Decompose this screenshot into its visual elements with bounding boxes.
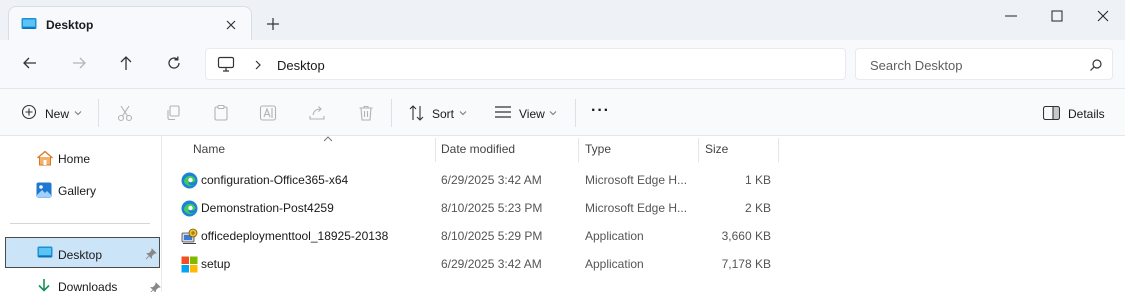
chevron-down-icon xyxy=(549,110,557,116)
chevron-right-icon[interactable] xyxy=(253,59,263,71)
file-row[interactable]: officedeploymenttool_18925-20138 8/10/20… xyxy=(173,222,783,250)
file-name: Demonstration-Post4259 xyxy=(201,201,334,215)
title-bar: Desktop xyxy=(0,0,1125,40)
new-label: New xyxy=(45,107,70,121)
command-bar: New Sort View ··· Details xyxy=(0,89,1125,136)
file-list: Name Date modified Type Size configurati… xyxy=(163,136,1125,292)
maximize-icon[interactable] xyxy=(1049,8,1065,24)
file-size: 1 KB xyxy=(744,173,771,187)
more-options-label: ··· xyxy=(591,102,610,119)
plus-circle-icon xyxy=(21,104,37,120)
breadcrumb-desktop[interactable]: Desktop xyxy=(277,58,325,73)
file-size: 7,178 KB xyxy=(721,257,771,271)
sidebar-item-gallery[interactable]: Gallery xyxy=(10,176,160,204)
edge-html-icon xyxy=(181,172,198,189)
view-button[interactable]: View xyxy=(493,89,565,136)
column-header-date-modified[interactable]: Date modified xyxy=(436,136,579,162)
forward-arrow-icon[interactable] xyxy=(70,54,88,72)
sidebar-item-downloads[interactable]: Downloads xyxy=(10,272,161,292)
this-pc-icon[interactable] xyxy=(217,56,235,73)
copy-icon[interactable] xyxy=(164,104,182,122)
sort-button[interactable]: Sort xyxy=(405,89,475,136)
sort-icon xyxy=(408,104,426,122)
up-arrow-icon[interactable] xyxy=(117,54,135,72)
chevron-down-icon xyxy=(459,110,467,116)
pin-icon[interactable] xyxy=(149,282,161,292)
share-icon[interactable] xyxy=(308,104,326,122)
paste-icon[interactable] xyxy=(212,104,230,122)
sidebar-divider xyxy=(10,223,150,224)
column-header-label: Type xyxy=(585,142,612,156)
file-row[interactable]: Demonstration-Post4259 8/10/2025 5:23 PM… xyxy=(173,194,783,222)
close-tab-icon[interactable] xyxy=(223,17,239,33)
file-size: 3,660 KB xyxy=(721,229,771,243)
refresh-icon[interactable] xyxy=(165,54,183,72)
file-type: Application xyxy=(585,229,644,243)
column-header-type[interactable]: Type xyxy=(579,136,698,162)
search-icon[interactable] xyxy=(1089,58,1103,72)
file-row[interactable]: setup 6/29/2025 3:42 AM Application 7,17… xyxy=(173,250,783,278)
details-pane-icon xyxy=(1043,106,1060,120)
sidebar-item-label: Downloads xyxy=(58,280,118,292)
new-tab-icon[interactable] xyxy=(265,16,281,32)
close-window-icon[interactable] xyxy=(1095,8,1111,24)
file-name: officedeploymenttool_18925-20138 xyxy=(201,229,389,243)
file-name: setup xyxy=(201,257,231,271)
gallery-icon xyxy=(36,182,52,198)
more-options-button[interactable]: ··· xyxy=(588,89,612,136)
file-row[interactable]: configuration-Office365-x64 6/29/2025 3:… xyxy=(173,166,783,194)
file-type: Microsoft Edge H... xyxy=(585,173,688,187)
address-bar[interactable]: Desktop xyxy=(205,48,846,80)
column-divider[interactable] xyxy=(778,138,779,162)
sort-ascending-icon xyxy=(323,136,333,142)
rename-icon[interactable] xyxy=(259,104,277,122)
file-date: 6/29/2025 3:42 AM xyxy=(441,257,542,271)
file-size: 2 KB xyxy=(744,201,771,215)
delete-icon[interactable] xyxy=(357,104,375,122)
separator xyxy=(575,99,576,127)
column-header-label: Date modified xyxy=(441,142,516,156)
details-button[interactable]: Details xyxy=(1041,89,1111,136)
pin-icon[interactable] xyxy=(145,248,157,260)
desktop-folder-icon xyxy=(37,246,53,259)
view-lines-icon xyxy=(494,105,512,119)
file-date: 8/10/2025 5:29 PM xyxy=(441,229,543,243)
chevron-down-icon xyxy=(74,110,82,116)
sidebar-item-label: Gallery xyxy=(58,184,97,198)
details-label: Details xyxy=(1068,107,1105,121)
new-button[interactable]: New xyxy=(18,89,86,136)
file-type: Application xyxy=(585,257,644,271)
separator xyxy=(391,99,392,127)
view-label: View xyxy=(519,107,545,121)
column-header-label: Size xyxy=(705,142,729,156)
address-row: Desktop Search Desktop xyxy=(0,40,1125,89)
cut-icon[interactable] xyxy=(116,104,134,122)
column-header-size[interactable]: Size xyxy=(699,136,778,162)
search-placeholder: Search Desktop xyxy=(870,58,963,73)
file-type: Microsoft Edge H... xyxy=(585,201,688,215)
windows-app-icon xyxy=(181,256,198,273)
sidebar-item-desktop[interactable]: Desktop xyxy=(5,237,160,268)
tab-title: Desktop xyxy=(46,18,94,32)
desktop-folder-icon xyxy=(21,17,37,31)
installer-app-icon xyxy=(181,228,198,245)
sort-label: Sort xyxy=(432,107,455,121)
tab-desktop[interactable]: Desktop xyxy=(8,6,252,40)
column-header-name[interactable]: Name xyxy=(181,136,436,162)
download-arrow-icon xyxy=(36,278,52,292)
edge-html-icon xyxy=(181,200,198,217)
navigation-pane: Home Gallery Desktop Downloads xyxy=(0,136,162,292)
file-date: 8/10/2025 5:23 PM xyxy=(441,201,543,215)
sidebar-item-label: Home xyxy=(58,152,91,166)
separator xyxy=(98,99,99,127)
minimize-icon[interactable] xyxy=(1003,8,1019,24)
file-date: 6/29/2025 3:42 AM xyxy=(441,173,542,187)
back-arrow-icon[interactable] xyxy=(21,54,39,72)
sidebar-item-label: Desktop xyxy=(58,248,103,262)
home-icon xyxy=(36,150,54,166)
sidebar-item-home[interactable]: Home xyxy=(10,144,160,172)
file-name: configuration-Office365-x64 xyxy=(201,173,349,187)
search-input[interactable]: Search Desktop xyxy=(855,48,1113,80)
column-header-label: Name xyxy=(193,142,226,156)
